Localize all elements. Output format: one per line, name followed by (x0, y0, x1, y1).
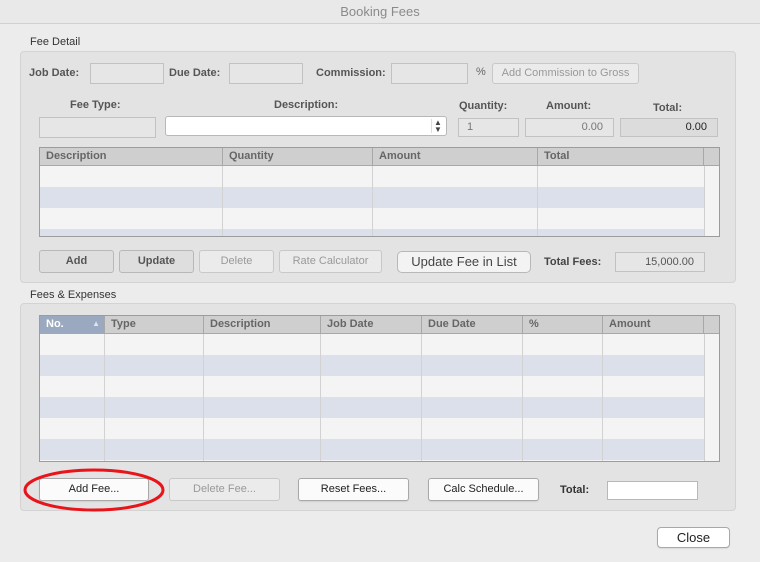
job-date-label: Job Date: (29, 67, 80, 79)
fee-type-label: Fee Type: (70, 99, 121, 111)
percent-sign: % (476, 66, 486, 78)
table-row[interactable] (40, 334, 707, 355)
window-title: Booking Fees (0, 0, 760, 24)
add-button[interactable]: Add (39, 250, 114, 273)
table-row[interactable] (40, 460, 707, 461)
vertical-scrollbar[interactable] (704, 166, 719, 236)
update-fee-in-list-button[interactable]: Update Fee in List (397, 251, 531, 273)
column-header-job-date[interactable]: Job Date (321, 316, 422, 333)
total-fees-field: 15,000.00 (615, 252, 705, 272)
column-header-description[interactable]: Description (204, 316, 321, 333)
total-fees-label: Total Fees: (544, 256, 602, 268)
table-row[interactable] (40, 439, 707, 460)
column-header-percent[interactable]: % (523, 316, 603, 333)
table-row[interactable] (40, 229, 707, 236)
column-header-type[interactable]: Type (105, 316, 204, 333)
due-date-field[interactable] (229, 63, 303, 84)
table-row[interactable] (40, 166, 707, 187)
highlight-ellipse (23, 468, 165, 512)
fees-expenses-table[interactable]: No. ▲ Type Description Job Date Due Date… (39, 315, 720, 462)
due-date-label: Due Date: (169, 67, 221, 79)
fee-type-field[interactable] (39, 117, 156, 138)
column-header-total[interactable]: Total (538, 148, 704, 165)
close-button[interactable]: Close (657, 527, 730, 548)
amount-label: Amount: (546, 100, 592, 112)
column-header-amount[interactable]: Amount (373, 148, 538, 165)
fees-expenses-section-label: Fees & Expenses (30, 289, 117, 301)
total-field: 0.00 (620, 118, 718, 137)
table-row[interactable] (40, 187, 707, 208)
table-row[interactable] (40, 355, 707, 376)
quantity-field[interactable]: 1 (458, 118, 519, 137)
commission-label: Commission: (316, 67, 386, 79)
column-header-quantity[interactable]: Quantity (223, 148, 373, 165)
column-header-amount[interactable]: Amount (603, 316, 704, 333)
fee-detail-table[interactable]: Description Quantity Amount Total (39, 147, 720, 237)
description-label: Description: (274, 99, 339, 111)
quantity-label: Quantity: (459, 100, 508, 112)
add-commission-to-gross-button[interactable]: Add Commission to Gross (492, 63, 639, 84)
delete-fee-button[interactable]: Delete Fee... (169, 478, 280, 501)
commission-field[interactable] (391, 63, 468, 84)
fees-total-field (607, 481, 698, 500)
reset-fees-button[interactable]: Reset Fees... (298, 478, 409, 501)
column-header-no[interactable]: No. ▲ (40, 316, 105, 333)
fee-detail-section-label: Fee Detail (30, 36, 81, 48)
amount-field[interactable]: 0.00 (525, 118, 614, 137)
rate-calculator-button[interactable]: Rate Calculator (279, 250, 382, 273)
table-row[interactable] (40, 376, 707, 397)
fees-total-label: Total: (560, 484, 590, 496)
column-header-due-date[interactable]: Due Date (422, 316, 523, 333)
delete-button[interactable]: Delete (199, 250, 274, 273)
job-date-field[interactable] (90, 63, 164, 84)
description-select[interactable]: ▲ ▼ (165, 116, 447, 136)
vertical-scrollbar[interactable] (704, 334, 719, 461)
column-header-description[interactable]: Description (40, 148, 223, 165)
table-row[interactable] (40, 418, 707, 439)
chevron-updown-icon: ▲ ▼ (431, 119, 444, 134)
calc-schedule-button[interactable]: Calc Schedule... (428, 478, 539, 501)
table-row[interactable] (40, 397, 707, 418)
table-row[interactable] (40, 208, 707, 229)
total-label: Total: (653, 102, 683, 114)
update-button[interactable]: Update (119, 250, 194, 273)
sort-ascending-icon: ▲ (92, 319, 100, 328)
column-header-no-label: No. (46, 318, 64, 330)
